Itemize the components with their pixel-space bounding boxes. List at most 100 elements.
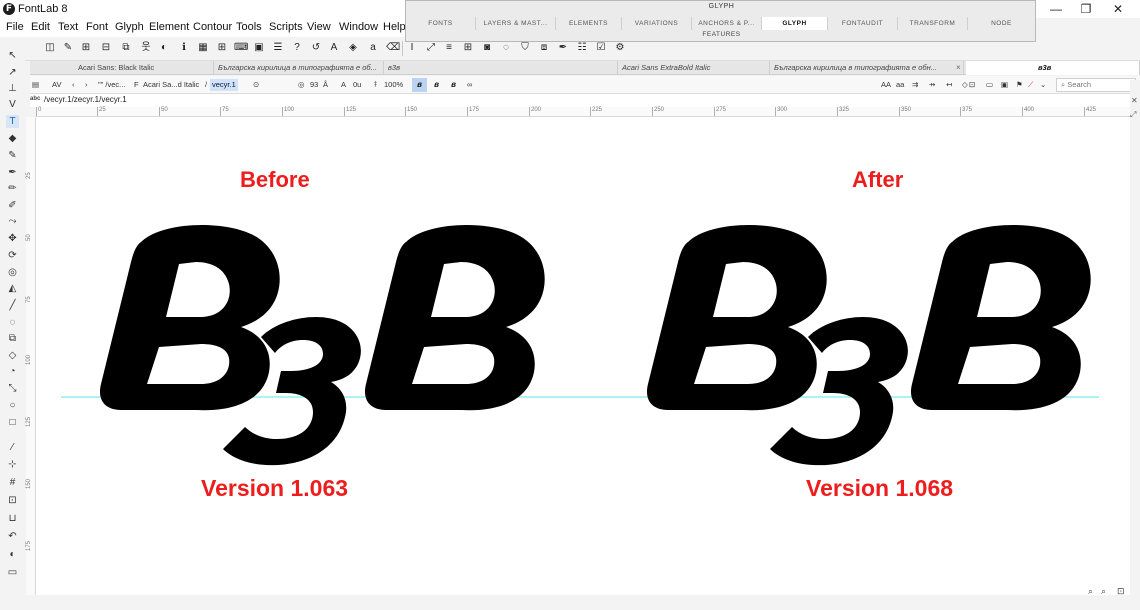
close-panel-icon[interactable]: ✕: [1131, 96, 1138, 105]
style-button-3[interactable]: в: [446, 78, 461, 92]
frame-icon[interactable]: ⊡: [969, 79, 975, 91]
scissors-tool-icon[interactable]: ⁄: [6, 441, 19, 454]
close-button[interactable]: ✕: [1103, 0, 1133, 18]
size-up-icon[interactable]: Â: [323, 79, 328, 91]
menu-element[interactable]: Element: [149, 21, 189, 33]
align-icon[interactable]: ≡: [443, 42, 455, 54]
grid-icon[interactable]: ▦: [197, 42, 209, 54]
menu-file[interactable]: File: [6, 21, 24, 33]
caps-button[interactable]: AA: [881, 79, 891, 91]
rotate-tool-icon[interactable]: ⟳: [6, 249, 19, 262]
pen-icon[interactable]: ✒: [557, 42, 569, 54]
text-tool-icon[interactable]: T: [6, 115, 19, 128]
menu-font[interactable]: Font: [86, 21, 108, 33]
lowercase-button[interactable]: aa: [896, 79, 904, 91]
glyph-cell-icon[interactable]: ◫: [44, 42, 56, 54]
layers-tool-icon[interactable]: ▭: [6, 566, 19, 579]
menu-edit[interactable]: Edit: [31, 21, 50, 33]
glyph-canvas[interactable]: Before After Version 1.063 Version 1.068: [36, 117, 1130, 595]
outline-icon[interactable]: ◇: [962, 79, 968, 91]
transform-icon[interactable]: ⧈: [538, 42, 550, 54]
menu-view[interactable]: View: [307, 21, 331, 33]
nav-text[interactable]: "" /vec...: [98, 79, 125, 91]
checklist-icon[interactable]: ☑: [595, 42, 607, 54]
font-size-icon[interactable]: a: [367, 42, 379, 54]
zoom-fit-icon[interactable]: ⌕: [1101, 586, 1106, 597]
eraser-icon[interactable]: ⌫: [386, 42, 400, 54]
panel-tab-fontaudit[interactable]: FONTAUDIT: [828, 17, 898, 30]
knife-tool-icon[interactable]: ╱: [6, 299, 19, 312]
panel-tab-anchors[interactable]: ANCHORS & P...: [692, 17, 762, 30]
guides-tool-icon[interactable]: #: [6, 476, 19, 489]
contrast-icon[interactable]: ◐: [158, 42, 170, 54]
metrics-tool-icon[interactable]: ⊥: [6, 82, 19, 95]
panel-tab-transform[interactable]: TRANSFORM: [898, 17, 968, 30]
doc-tab-text-2[interactable]: Българска кирилица в типографията е обн.…: [770, 61, 964, 75]
zoom-value[interactable]: 100%: [384, 79, 403, 91]
keyboard-icon[interactable]: ⌨: [234, 42, 248, 54]
comment-icon[interactable]: ◌: [500, 42, 512, 54]
info-icon[interactable]: ℹ: [178, 42, 190, 54]
nav-forward-icon[interactable]: ›: [85, 79, 88, 91]
right-scroll-strip[interactable]: ✕ ⤢: [1130, 80, 1140, 610]
ligature-icon[interactable]: ⇉: [912, 79, 918, 91]
shape-tool-icon[interactable]: ◇: [6, 349, 19, 362]
eyedropper-tool-icon[interactable]: ⤡: [6, 382, 19, 395]
scale-tool-icon[interactable]: ⧉: [6, 332, 19, 345]
zoom-window-icon[interactable]: ⊡: [1117, 586, 1125, 597]
sidebar-toggle-icon[interactable]: ▤: [32, 79, 39, 91]
lasso-tool-icon[interactable]: ◌: [6, 316, 19, 329]
panel-tab-features[interactable]: FEATURES: [406, 31, 1037, 38]
panel-icon[interactable]: ▣: [253, 42, 265, 54]
undo-tool-icon[interactable]: ↶: [6, 530, 19, 543]
panel-tab-layers[interactable]: LAYERS & MAST...: [476, 17, 556, 30]
anchor-tool-icon[interactable]: ⊔: [6, 512, 19, 525]
component-icon[interactable]: ⧉: [120, 42, 132, 54]
contrast-tool-icon[interactable]: ◐: [6, 548, 19, 561]
glyph-path[interactable]: /vecyr.1/zecyr.1/vecyr.1: [44, 95, 127, 104]
bullets-icon[interactable]: ☷: [576, 42, 588, 54]
rectangle-tool-icon[interactable]: □: [6, 416, 19, 429]
pencil-tool-icon[interactable]: ✏: [6, 182, 19, 195]
kerning-toggle-icon[interactable]: AV: [52, 79, 61, 91]
metrics-icon[interactable]: ⊞: [80, 42, 92, 54]
pointer-tool-icon[interactable]: ↖: [6, 49, 19, 62]
measure-tool-icon[interactable]: ⊹: [6, 458, 19, 471]
history-icon[interactable]: ↺: [310, 42, 322, 54]
pen-tool-icon[interactable]: ✒: [6, 166, 19, 179]
brush-tool-icon[interactable]: ✎: [6, 149, 19, 162]
menu-text[interactable]: Text: [58, 21, 78, 33]
line-style-icon[interactable]: ⟋: [1028, 79, 1033, 91]
style-button-2[interactable]: в: [429, 78, 444, 92]
layers-icon[interactable]: ◈: [347, 42, 359, 54]
menu-glyph[interactable]: Glyph: [115, 21, 144, 33]
minimize-button[interactable]: —: [1041, 0, 1071, 18]
style-button-1[interactable]: в: [412, 78, 427, 92]
rapid-tool-icon[interactable]: ⤳: [6, 215, 19, 228]
bezier-tool-icon[interactable]: ✐: [6, 199, 19, 212]
kerning-tool-icon[interactable]: V: [6, 98, 19, 111]
panel-tab-glyph[interactable]: GLYPH: [762, 17, 828, 30]
panel-tab-elements[interactable]: ELEMENTS: [556, 17, 622, 30]
flag-icon[interactable]: ⚑: [1016, 79, 1023, 91]
nav-back-icon[interactable]: ‹: [72, 79, 75, 91]
settings-gear-icon[interactable]: ⚙: [614, 42, 626, 54]
return-icon[interactable]: ↤: [946, 79, 952, 91]
panel-tab-variations[interactable]: VARIATIONS: [622, 17, 692, 30]
help-icon[interactable]: ?: [291, 42, 303, 54]
grid-small-icon[interactable]: ⊞: [216, 42, 228, 54]
link-icon[interactable]: ∞: [467, 79, 472, 91]
dropdown-chevron-icon[interactable]: ⌄: [1040, 79, 1046, 91]
panel-tab-node[interactable]: NODE: [968, 17, 1035, 30]
direction-icon[interactable]: ⇸: [929, 79, 935, 91]
doc-tab-black-italic[interactable]: Acari Sans: Black Italic: [74, 61, 214, 75]
doc-tab-glyphs-active[interactable]: в3в: [966, 61, 1140, 75]
zoom-in-icon[interactable]: ⌕: [1088, 586, 1093, 597]
pie-tool-icon[interactable]: ◔: [6, 365, 19, 378]
menu-tools[interactable]: Tools: [236, 21, 262, 33]
doc-tab-extrabold-italic[interactable]: Acari Sans ExtraBold Italic: [618, 61, 770, 75]
expand-icon[interactable]: ⤢: [1130, 110, 1136, 120]
spiral-tool-icon[interactable]: ◎: [6, 266, 19, 279]
component-tool-icon[interactable]: ⊡: [6, 494, 19, 507]
ellipse-tool-icon[interactable]: ○: [6, 399, 19, 412]
